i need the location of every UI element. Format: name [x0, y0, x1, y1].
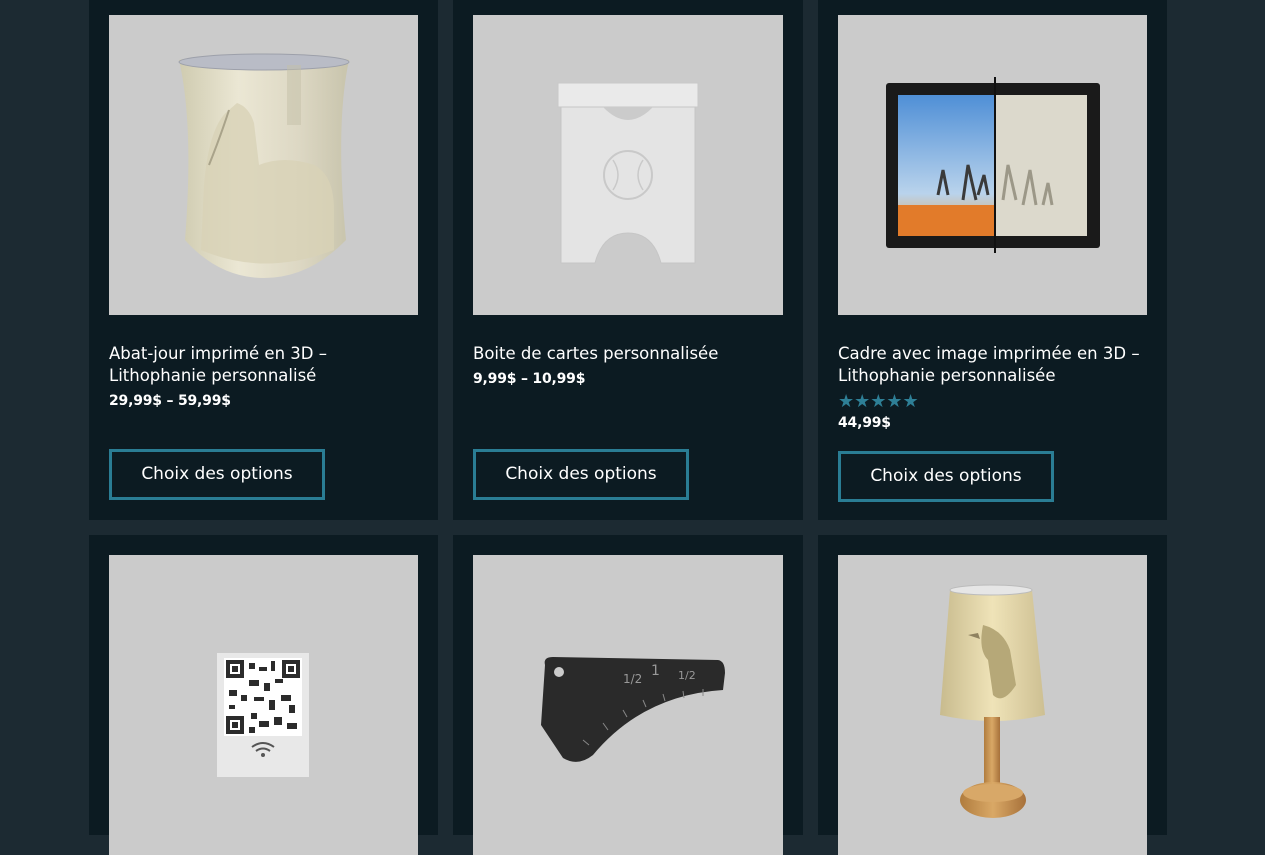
product-card: 1/2 1 1/2	[453, 535, 803, 855]
product-image-photo-frame[interactable]	[838, 15, 1147, 315]
product-card: Abat-jour imprimé en 3D – Lithophanie pe…	[89, 0, 438, 520]
svg-text:1/2: 1/2	[678, 669, 696, 682]
choose-options-button[interactable]: Choix des options	[109, 449, 325, 500]
rating-stars: ★★★★★	[838, 391, 919, 412]
product-title[interactable]: Cadre avec image imprimée en 3D – Lithop…	[838, 343, 1147, 387]
product-card	[89, 535, 438, 855]
product-price: 29,99$ – 59,99$	[109, 393, 231, 409]
product-card	[818, 535, 1167, 855]
bird-lamp-illustration	[940, 584, 1045, 818]
photo-frame-illustration	[886, 77, 1100, 253]
product-card: Boite de cartes personnalisée 9,99$ – 10…	[453, 0, 803, 520]
product-price: 44,99$	[838, 415, 891, 431]
qr-card-illustration	[217, 653, 309, 777]
product-title[interactable]: Abat-jour imprimé en 3D – Lithophanie pe…	[109, 343, 418, 387]
ruler-illustration: 1/2 1 1/2	[541, 657, 725, 762]
product-price: 9,99$ – 10,99$	[473, 371, 586, 387]
product-image-sewing-ruler[interactable]: 1/2 1 1/2	[473, 555, 783, 855]
choose-options-button[interactable]: Choix des options	[838, 451, 1054, 502]
product-grid: Abat-jour imprimé en 3D – Lithophanie pe…	[89, 0, 1167, 855]
product-image-bird-lamp[interactable]	[838, 555, 1147, 855]
lampshade-illustration	[178, 53, 350, 278]
product-image-horse-lampshade[interactable]	[109, 15, 418, 315]
product-title[interactable]: Boite de cartes personnalisée	[473, 343, 783, 365]
product-image-qr-wifi-card[interactable]	[109, 555, 418, 855]
card-box-illustration	[557, 82, 699, 264]
svg-text:1/2: 1/2	[623, 672, 642, 686]
choose-options-button[interactable]: Choix des options	[473, 449, 689, 500]
svg-text:1: 1	[651, 663, 660, 679]
product-image-card-box[interactable]	[473, 15, 783, 315]
product-card: Cadre avec image imprimée en 3D – Lithop…	[818, 0, 1167, 520]
